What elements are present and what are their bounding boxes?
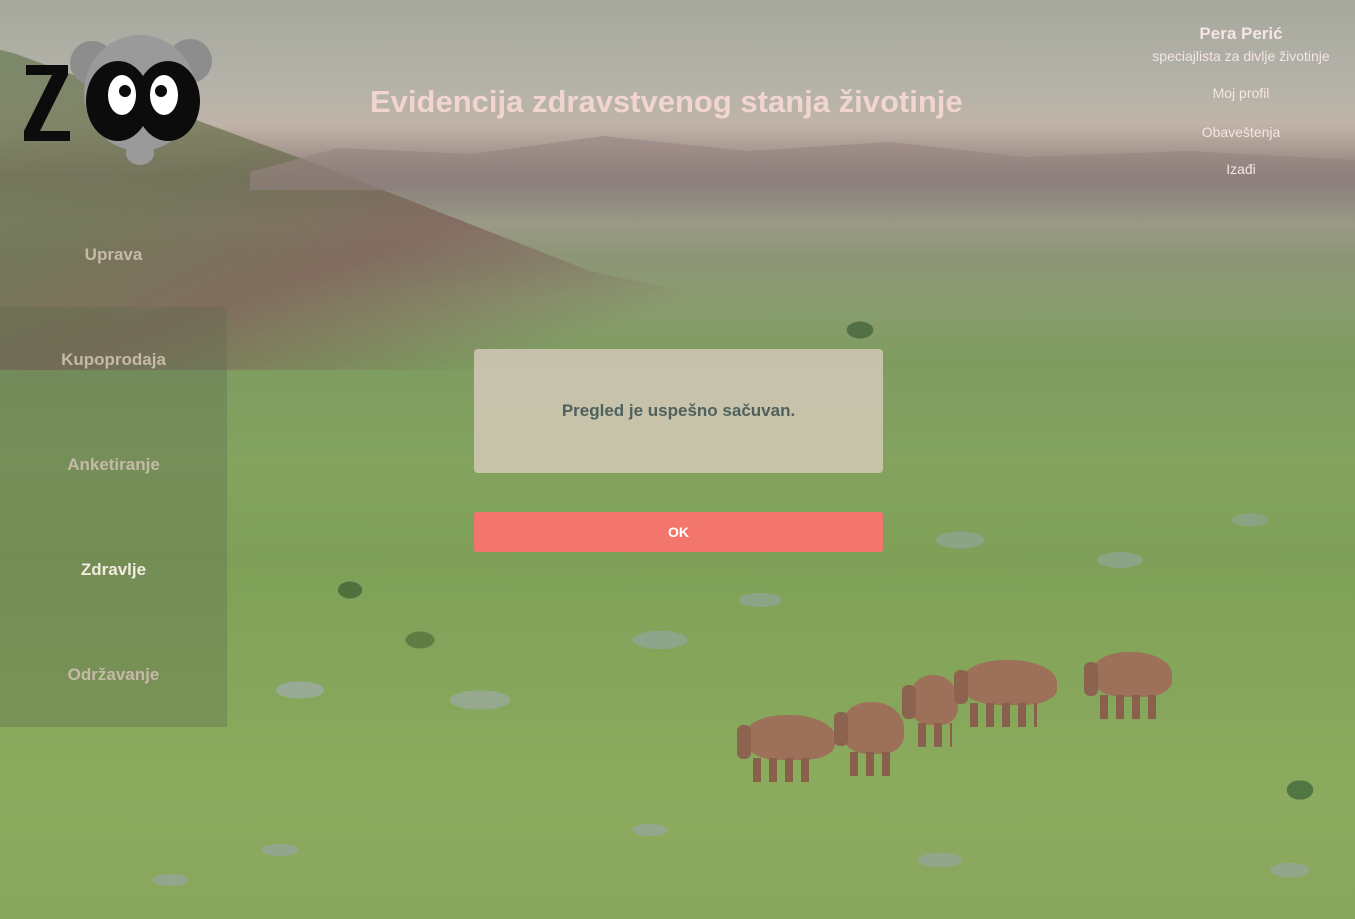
dialog-message: Pregled je uspešno sačuvan. [561, 401, 796, 420]
zoo-logo[interactable] [22, 35, 217, 170]
ok-button[interactable]: OK [474, 512, 883, 552]
elephant-image [1084, 652, 1172, 719]
user-name: Pera Perić [1199, 24, 1283, 43]
elephant-image [954, 660, 1057, 727]
my-profile-link[interactable]: Moj profil [1127, 85, 1355, 101]
sidebar-item-uprava[interactable]: Uprava [0, 202, 227, 307]
elephant-image [737, 715, 835, 782]
user-panel: Pera Perić speciajlista za divlje životi… [1127, 24, 1355, 177]
elephant-image [902, 675, 958, 747]
notifications-link[interactable]: Obaveštenja [1127, 124, 1355, 140]
elephant-image [834, 702, 904, 776]
page-title: Evidencija zdravstvenog stanja životinje [370, 84, 963, 119]
logout-link[interactable]: Izađi [1127, 161, 1355, 177]
user-role: speciajlista za divlje životinje [1152, 48, 1330, 64]
sidebar-item-zdravlje[interactable]: Zdravlje [0, 517, 227, 622]
sidebar-nav: Uprava Kupoprodaja Anketiranje Zdravlje … [0, 202, 227, 727]
sidebar-item-anketiranje[interactable]: Anketiranje [0, 412, 227, 517]
sidebar-item-odrzavanje[interactable]: Održavanje [0, 622, 227, 727]
success-dialog: Pregled je uspešno sačuvan. [474, 349, 883, 473]
sidebar-item-kupoprodaja[interactable]: Kupoprodaja [0, 307, 227, 412]
page: Evidencija zdravstvenog stanja životinje… [0, 0, 1355, 919]
panda-logo-icon [24, 35, 212, 165]
